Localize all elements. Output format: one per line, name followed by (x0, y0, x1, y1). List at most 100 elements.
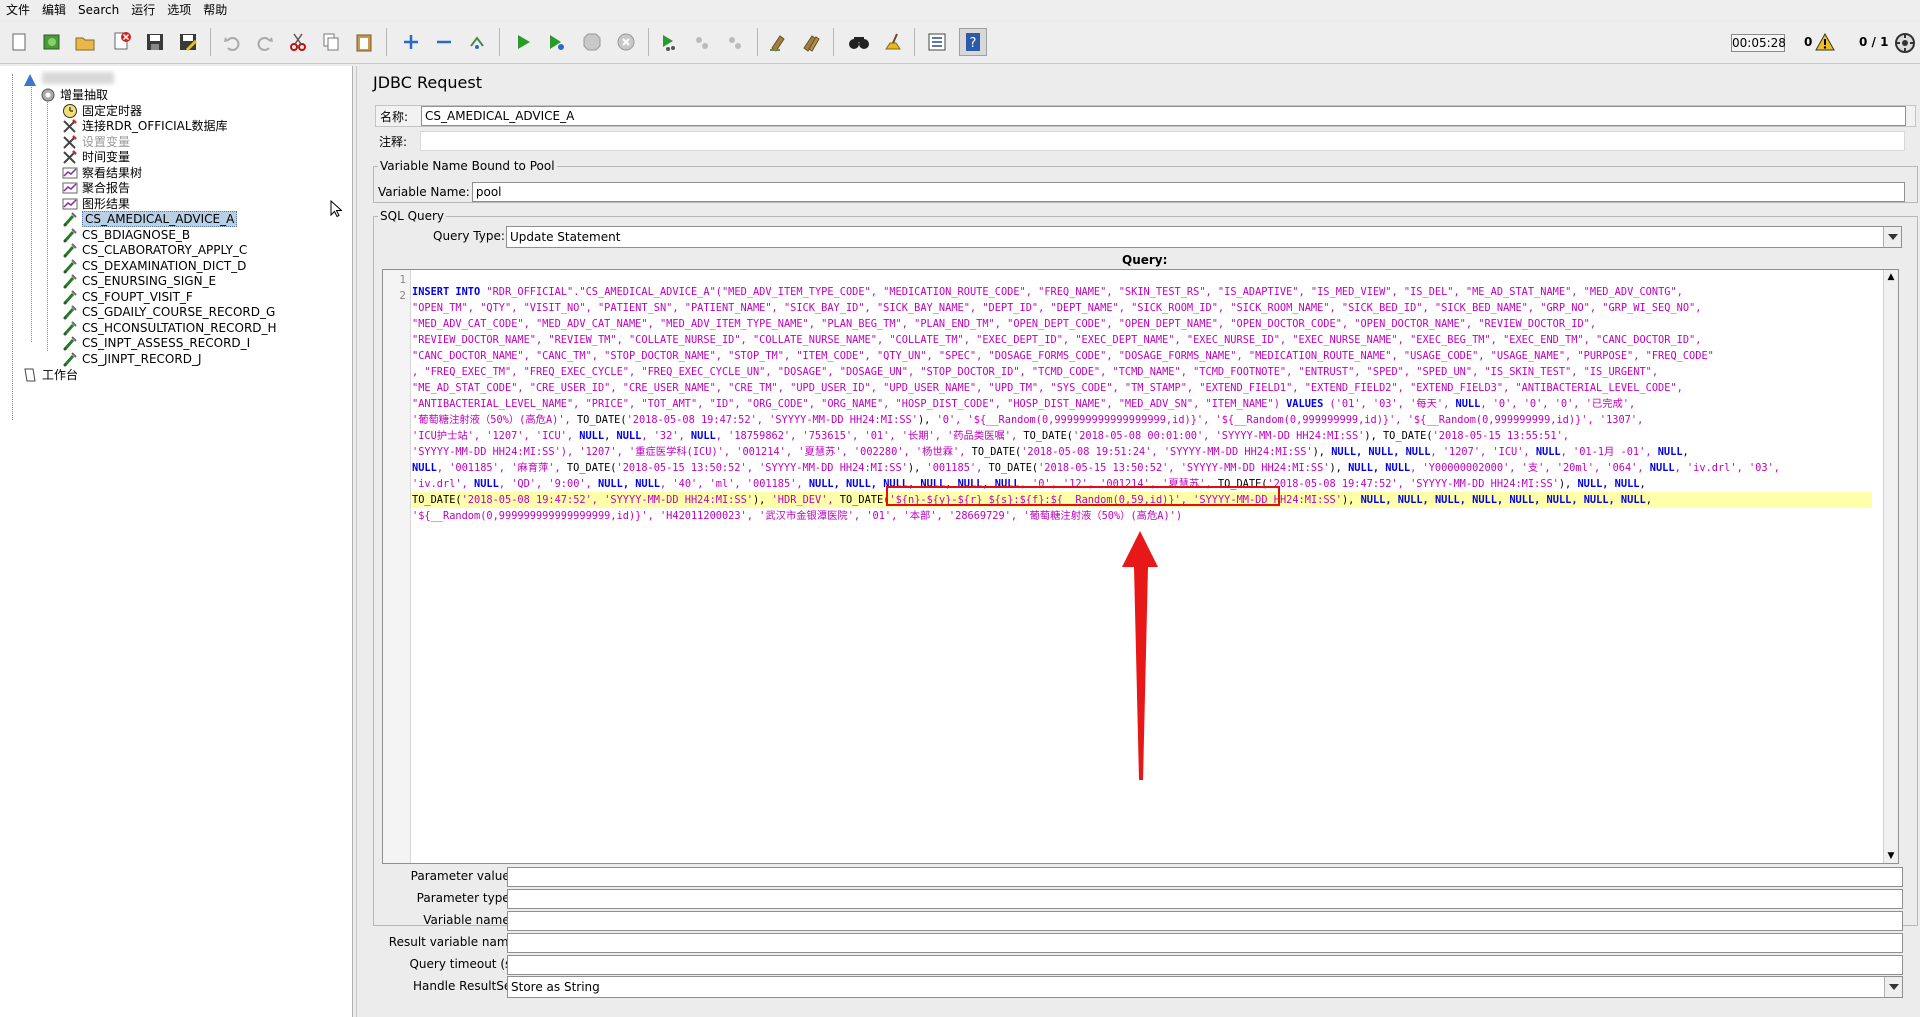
code-token: , '001185', '麻育萍', (436, 462, 567, 474)
chevron-down-icon (1883, 227, 1901, 247)
parameter-values-label: Parameter values: (410, 869, 520, 883)
redo-icon[interactable] (251, 28, 279, 56)
code-token: NULL, NULL, NULL (1331, 446, 1431, 458)
templates-icon[interactable] (38, 28, 66, 56)
handle-resultset-label: Handle ResultSet: (413, 979, 520, 993)
query-type-select[interactable]: Update Statement (506, 226, 1902, 248)
arrow-up-icon (1122, 531, 1158, 780)
code-token: NULL (474, 478, 499, 490)
code-token: , (1682, 446, 1689, 458)
code-token: ), (917, 414, 937, 426)
code-line: , "FREQ_EXEC_TM", "FREQ_EXEC_CYCLE", "FR… (412, 364, 1872, 380)
code-token: 'iv.drl', (412, 478, 474, 490)
code-token: INSERT INTO (412, 286, 487, 298)
toggle-icon[interactable] (463, 28, 491, 56)
code-line: "REVIEW_DOCTOR_NAME", "REVIEW_TM", "COLL… (412, 332, 1872, 348)
clear-icon[interactable] (764, 28, 792, 56)
expand-icon[interactable] (397, 28, 425, 56)
query-timeout-input[interactable] (507, 955, 1903, 975)
test-plan-icon (22, 72, 38, 88)
tree-item[interactable]: CS_JINPT_RECORD_J (62, 349, 201, 368)
name-input[interactable]: CS_AMEDICAL_ADVICE_A (421, 106, 1906, 126)
close-icon[interactable] (108, 28, 136, 56)
stop-icon[interactable] (578, 28, 606, 56)
code-token: NULL (616, 430, 642, 442)
code-token: ), (1341, 494, 1361, 506)
paste-icon[interactable] (350, 28, 378, 56)
result-variable-input[interactable] (507, 933, 1903, 953)
menu-options[interactable]: 选项 (161, 0, 197, 20)
code-token: TO_DATE( (971, 446, 1022, 458)
menu-help[interactable]: 帮助 (197, 0, 233, 20)
code-token: NULL (1455, 398, 1481, 410)
save-as-icon[interactable] (174, 28, 202, 56)
function-helper-icon[interactable] (923, 28, 951, 56)
open-icon[interactable] (71, 28, 99, 56)
highlight-box (886, 486, 1280, 506)
undo-icon[interactable] (218, 28, 246, 56)
code-token: '2018-05-08 19:51:24', 'SYYYY-MM-DD HH24… (1021, 446, 1313, 458)
copy-icon[interactable] (317, 28, 345, 56)
code-token: VALUES (1286, 398, 1324, 410)
new-icon[interactable] (5, 28, 33, 56)
parameter-values-input[interactable] (507, 867, 1903, 887)
comment-input[interactable] (420, 131, 1905, 151)
tree-item-label: CS_GDAILY_COURSE_RECORD_G (82, 304, 276, 319)
scroll-up-icon[interactable]: ▲ (1884, 270, 1898, 284)
line-number-gutter: 1 2 (383, 270, 411, 863)
code-token: NULL, NULL (598, 478, 661, 490)
reset-search-icon[interactable] (878, 28, 906, 56)
workbench-icon (22, 367, 38, 383)
code-line: 'ICU护士站', '1207', 'ICU', NULL, NULL, '32… (412, 428, 1872, 444)
remote-stop-icon[interactable] (688, 28, 716, 56)
vertical-scrollbar[interactable]: ▲ ▼ (1883, 270, 1898, 863)
code-token: NULL (1649, 462, 1675, 474)
code-token: NULL, NULL, NULL, NULL, NULL, NULL, NULL… (1360, 494, 1646, 506)
parameter-types-input[interactable] (507, 889, 1903, 909)
cut-icon[interactable] (284, 28, 312, 56)
remote-exit-icon[interactable] (721, 28, 749, 56)
shutdown-icon[interactable] (612, 28, 640, 56)
tree-item-label: CS_INPT_ASSESS_RECORD_I (82, 335, 251, 350)
code-token: , '40', 'ml', '001185', (660, 478, 809, 490)
code-token: NULL, NULL (1577, 478, 1640, 490)
code-token: '2018-05-08 00:01:00', 'SYYYY-MM-DD HH24… (1073, 430, 1365, 442)
result-variable-label: Result variable name: (388, 935, 520, 949)
code-token: , 'QD', '9:00', (498, 478, 599, 490)
menu-run[interactable]: 运行 (125, 0, 161, 20)
code-token: , '18759862', '753615', '01', '长期', '药品类… (715, 430, 1024, 442)
start-icon[interactable] (509, 28, 537, 56)
query-type-label: Query Type: (433, 229, 505, 243)
test-plan-tree: 增量抽取 固定定时器 连接RDR_OFFICIAL数据库 设置变量 时间变量 察看结果树聚… (0, 66, 353, 1017)
code-line: "MED_ADV_CAT_CODE", "MED_ADV_CAT_NAME", … (412, 316, 1872, 332)
menu-search[interactable]: Search (72, 0, 125, 20)
pool-legend: Variable Name Bound to Pool (380, 159, 555, 173)
code-token: ), (1312, 446, 1332, 458)
handle-resultset-select[interactable]: Store as String (507, 976, 1903, 998)
menu-file[interactable]: 文件 (0, 0, 36, 20)
tree-item[interactable]: 工作台 (22, 365, 78, 384)
remote-start-icon[interactable] (655, 28, 683, 56)
scroll-down-icon[interactable]: ▼ (1884, 849, 1898, 863)
menu-edit[interactable]: 编辑 (36, 0, 72, 20)
variable-names-input[interactable] (507, 911, 1903, 931)
start-no-pause-icon[interactable] (542, 28, 570, 56)
code-token: ), (1329, 462, 1349, 474)
active-threads: 0 / 1 (1859, 35, 1889, 49)
help-icon[interactable]: ? (959, 28, 987, 56)
collapse-icon[interactable] (430, 28, 458, 56)
variable-name-input[interactable]: pool (471, 182, 1905, 202)
search-icon[interactable] (845, 28, 873, 56)
code-token: , (604, 430, 617, 442)
splitter[interactable] (356, 66, 362, 1017)
code-token: TO_DATE( (839, 494, 890, 506)
warning-icon[interactable] (1815, 33, 1835, 51)
code-token: '2018-05-15 13:55:51', (1432, 430, 1569, 442)
tree-item[interactable] (22, 70, 42, 89)
save-icon[interactable] (141, 28, 169, 56)
svg-text:?: ? (970, 36, 977, 51)
clear-all-icon[interactable] (797, 28, 825, 56)
code-token: NULL (412, 462, 437, 474)
code-token: "RDR_OFFICIAL"."CS_AMEDICAL_ADVICE_A"("M… (486, 286, 1683, 298)
error-count: 0 (1804, 35, 1813, 49)
